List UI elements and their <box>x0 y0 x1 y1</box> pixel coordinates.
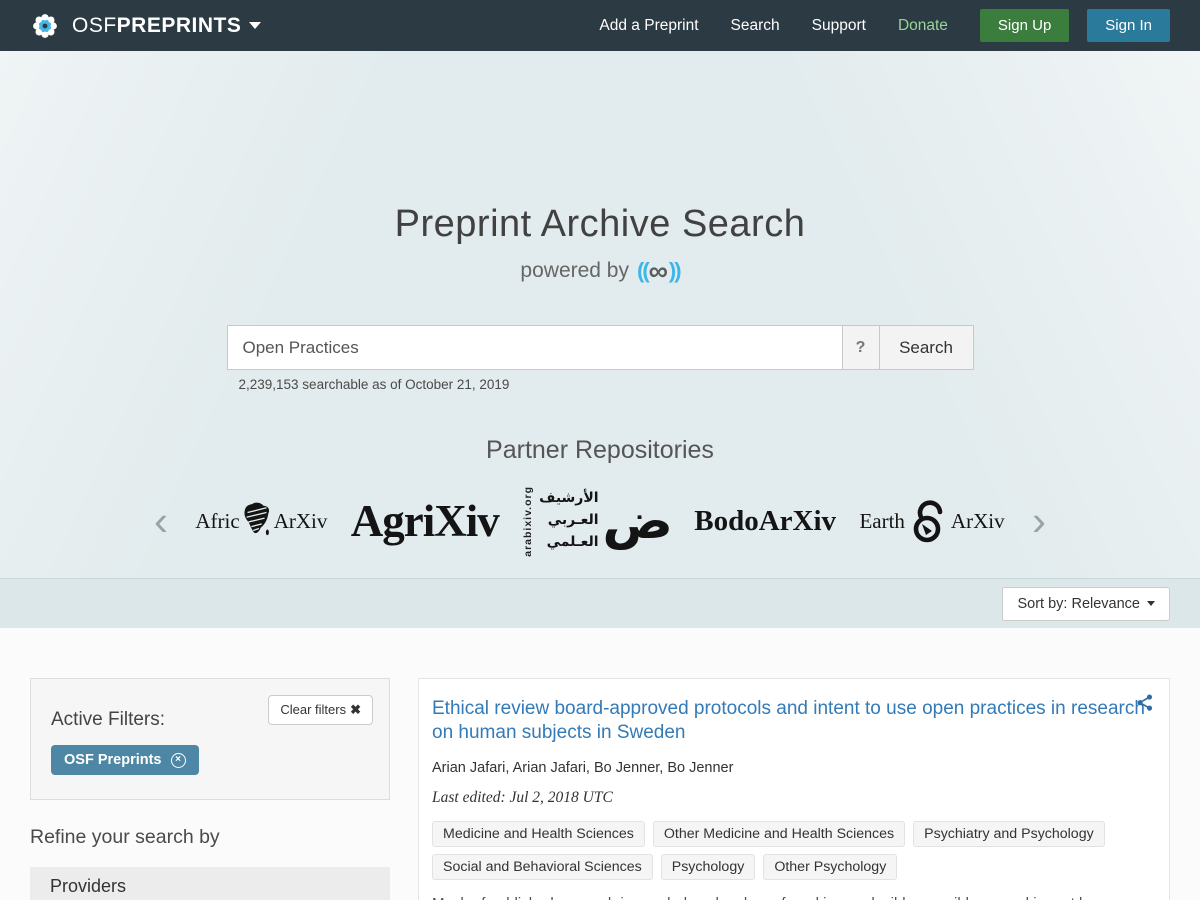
page-title: Preprint Archive Search <box>0 51 1200 246</box>
subject-tags: Medicine and Health Sciences Other Medic… <box>432 821 1132 880</box>
sort-strip: Sort by: Relevance <box>0 578 1200 628</box>
hero-section: Preprint Archive Search powered by((∞)) … <box>0 51 1200 578</box>
carousel-next-icon[interactable]: › <box>1028 500 1050 542</box>
partners-carousel: ‹ Afric ArXiv AgriXiv arabixiv.org الأرش… <box>150 475 1050 567</box>
subject-tag[interactable]: Social and Behavioral Sciences <box>432 854 653 880</box>
top-navbar: OSFPREPRINTS Add a Preprint Search Suppo… <box>0 0 1200 51</box>
active-filters-box: Active Filters: Clear filters✖ OSF Prepr… <box>30 678 390 800</box>
search-help-button[interactable]: ? <box>843 325 880 370</box>
sign-in-button[interactable]: Sign In <box>1087 9 1170 42</box>
sign-up-button[interactable]: Sign Up <box>980 9 1069 42</box>
share-icon[interactable] <box>1136 694 1154 717</box>
search-input[interactable] <box>227 325 843 370</box>
partner-logo-eartharxiv[interactable]: Earth ArXiv <box>859 497 1004 545</box>
sort-by-label: Sort by: Relevance <box>1017 596 1140 612</box>
osf-preprints-brand[interactable]: OSFPREPRINTS <box>30 11 261 41</box>
subject-tag[interactable]: Other Psychology <box>763 854 897 880</box>
subject-tag[interactable]: Other Medicine and Health Sciences <box>653 821 905 847</box>
result-title-link[interactable]: Ethical review board-approved protocols … <box>432 697 1156 746</box>
search-button[interactable]: Search <box>880 325 974 370</box>
sort-by-dropdown[interactable]: Sort by: Relevance <box>1002 587 1170 621</box>
arabixiv-calligraphy-icon: ض <box>602 499 673 544</box>
partner-logo-agrixiv[interactable]: AgriXiv <box>351 495 499 547</box>
filter-chip-label: OSF Preprints <box>64 752 162 768</box>
africarxiv-suffix: ArXiv <box>274 509 328 534</box>
subject-tag[interactable]: Psychiatry and Psychology <box>913 821 1105 847</box>
providers-section-header[interactable]: Providers <box>30 867 390 900</box>
clear-x-icon: ✖ <box>350 702 361 717</box>
eartharxiv-prefix: Earth <box>859 509 904 534</box>
subject-tag[interactable]: Psychology <box>661 854 756 880</box>
powered-by-line: powered by((∞)) <box>0 256 1200 287</box>
partner-logo-africarxiv[interactable]: Afric ArXiv <box>195 500 327 542</box>
result-card: Ethical review board-approved protocols … <box>418 678 1170 900</box>
searchable-count-note: 2,239,153 searchable as of October 21, 2… <box>227 377 974 392</box>
result-abstract: Much of published research in psychology… <box>432 893 1112 900</box>
africarxiv-prefix: Afric <box>195 509 239 534</box>
eartharxiv-suffix: ArXiv <box>951 509 1005 534</box>
africa-map-icon <box>240 500 274 542</box>
chevron-down-icon <box>1147 601 1155 606</box>
share-service-logo: ((∞)) <box>637 259 680 282</box>
refine-search-label: Refine your search by <box>30 826 390 849</box>
arabixiv-url-vertical: arabixiv.org <box>522 486 534 557</box>
results-section: Active Filters: Clear filters✖ OSF Prepr… <box>0 628 1200 900</box>
nav-add-a-preprint[interactable]: Add a Preprint <box>599 17 698 35</box>
partner-logo-arabixiv[interactable]: arabixiv.org الأرشيف العـربي العـلمي ض <box>522 486 671 557</box>
clear-filters-button[interactable]: Clear filters✖ <box>268 695 373 725</box>
subject-tag[interactable]: Medicine and Health Sciences <box>432 821 645 847</box>
remove-filter-icon[interactable]: × <box>171 753 186 768</box>
osf-logo-icon <box>30 11 60 41</box>
brand-title: OSFPREPRINTS <box>72 14 261 38</box>
partner-logo-bodoarxiv[interactable]: BodoArXiv <box>694 505 836 538</box>
filter-chip-osf-preprints[interactable]: OSF Preprints × <box>51 745 199 775</box>
result-last-edited: Last edited: Jul 2, 2018 UTC <box>432 789 1156 807</box>
filters-sidebar: Active Filters: Clear filters✖ OSF Prepr… <box>30 678 390 900</box>
arabixiv-arabic-text: الأرشيف العـربي العـلمي <box>539 488 598 553</box>
nav-support[interactable]: Support <box>812 17 866 35</box>
nav-donate[interactable]: Donate <box>898 17 948 35</box>
results-list: Ethical review board-approved protocols … <box>418 678 1170 900</box>
carousel-prev-icon[interactable]: ‹ <box>150 500 172 542</box>
nav-search[interactable]: Search <box>731 17 780 35</box>
chevron-down-icon <box>249 22 261 29</box>
partner-repositories-heading: Partner Repositories <box>0 436 1200 465</box>
result-authors: Arian Jafari, Arian Jafari, Bo Jenner, B… <box>432 760 1156 776</box>
open-lock-globe-icon <box>907 497 949 545</box>
